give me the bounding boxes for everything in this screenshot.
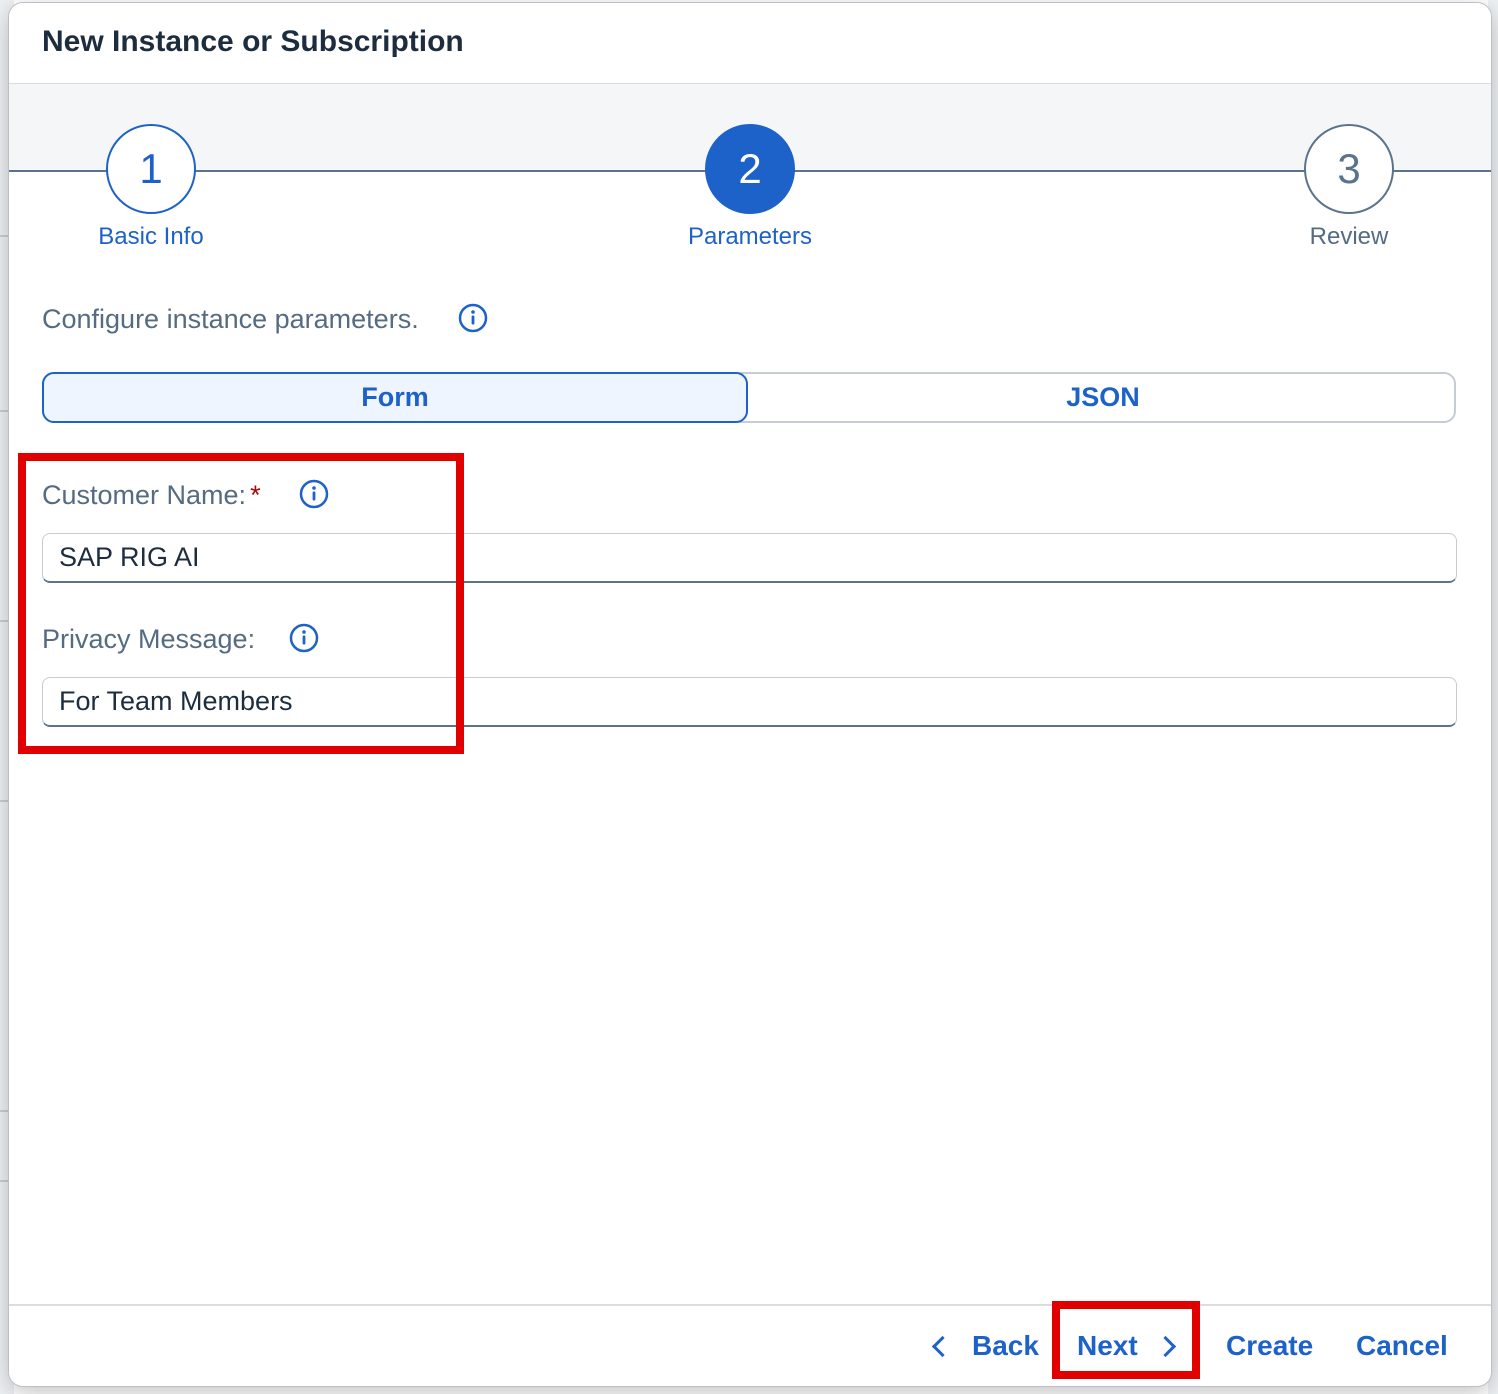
create-button[interactable]: Create — [1226, 1323, 1313, 1369]
wizard-step-label-parameters[interactable]: Parameters — [640, 223, 860, 251]
chevron-left-icon — [931, 1335, 954, 1357]
info-icon[interactable] — [458, 303, 488, 333]
customer-name-info-icon[interactable] — [299, 479, 329, 509]
wizard-step-label-review[interactable]: Review — [1239, 223, 1459, 251]
dialog-title: New Instance or Subscription — [42, 25, 464, 58]
form-json-toggle: Form JSON — [42, 372, 1456, 423]
new-instance-dialog: New Instance or Subscription 1 Basic Inf… — [9, 3, 1491, 1386]
next-button-label: Next — [1077, 1330, 1138, 1361]
customer-name-label: Customer Name: * — [42, 480, 261, 511]
wizard-step-1[interactable]: 1 — [106, 124, 196, 214]
privacy-message-info-icon[interactable] — [289, 623, 319, 653]
customer-name-label-text: Customer Name: — [42, 480, 247, 510]
step-number: 2 — [738, 145, 762, 192]
privacy-message-input[interactable]: For Team Members — [42, 677, 1457, 727]
privacy-message-label: Privacy Message: — [42, 624, 256, 654]
wizard-step-2[interactable]: 2 — [705, 124, 795, 214]
step-number: 1 — [139, 145, 163, 192]
json-tab-button[interactable]: JSON — [748, 372, 1458, 423]
step-number: 3 — [1337, 145, 1361, 192]
wizard-step-label-basic-info[interactable]: Basic Info — [41, 223, 261, 251]
required-marker: * — [250, 480, 261, 510]
next-button[interactable]: Next — [1077, 1323, 1176, 1369]
back-button[interactable]: Back — [931, 1323, 1039, 1369]
customer-name-input[interactable]: SAP RIG AI — [42, 533, 1457, 583]
intro-text: Configure instance parameters. — [42, 304, 419, 334]
wizard-step-3[interactable]: 3 — [1304, 124, 1394, 214]
chevron-right-icon — [1154, 1335, 1176, 1357]
form-tab-button[interactable]: Form — [42, 372, 748, 423]
back-button-label: Back — [972, 1330, 1039, 1361]
cancel-button[interactable]: Cancel — [1356, 1323, 1448, 1369]
dialog-header: New Instance or Subscription — [9, 3, 1491, 84]
